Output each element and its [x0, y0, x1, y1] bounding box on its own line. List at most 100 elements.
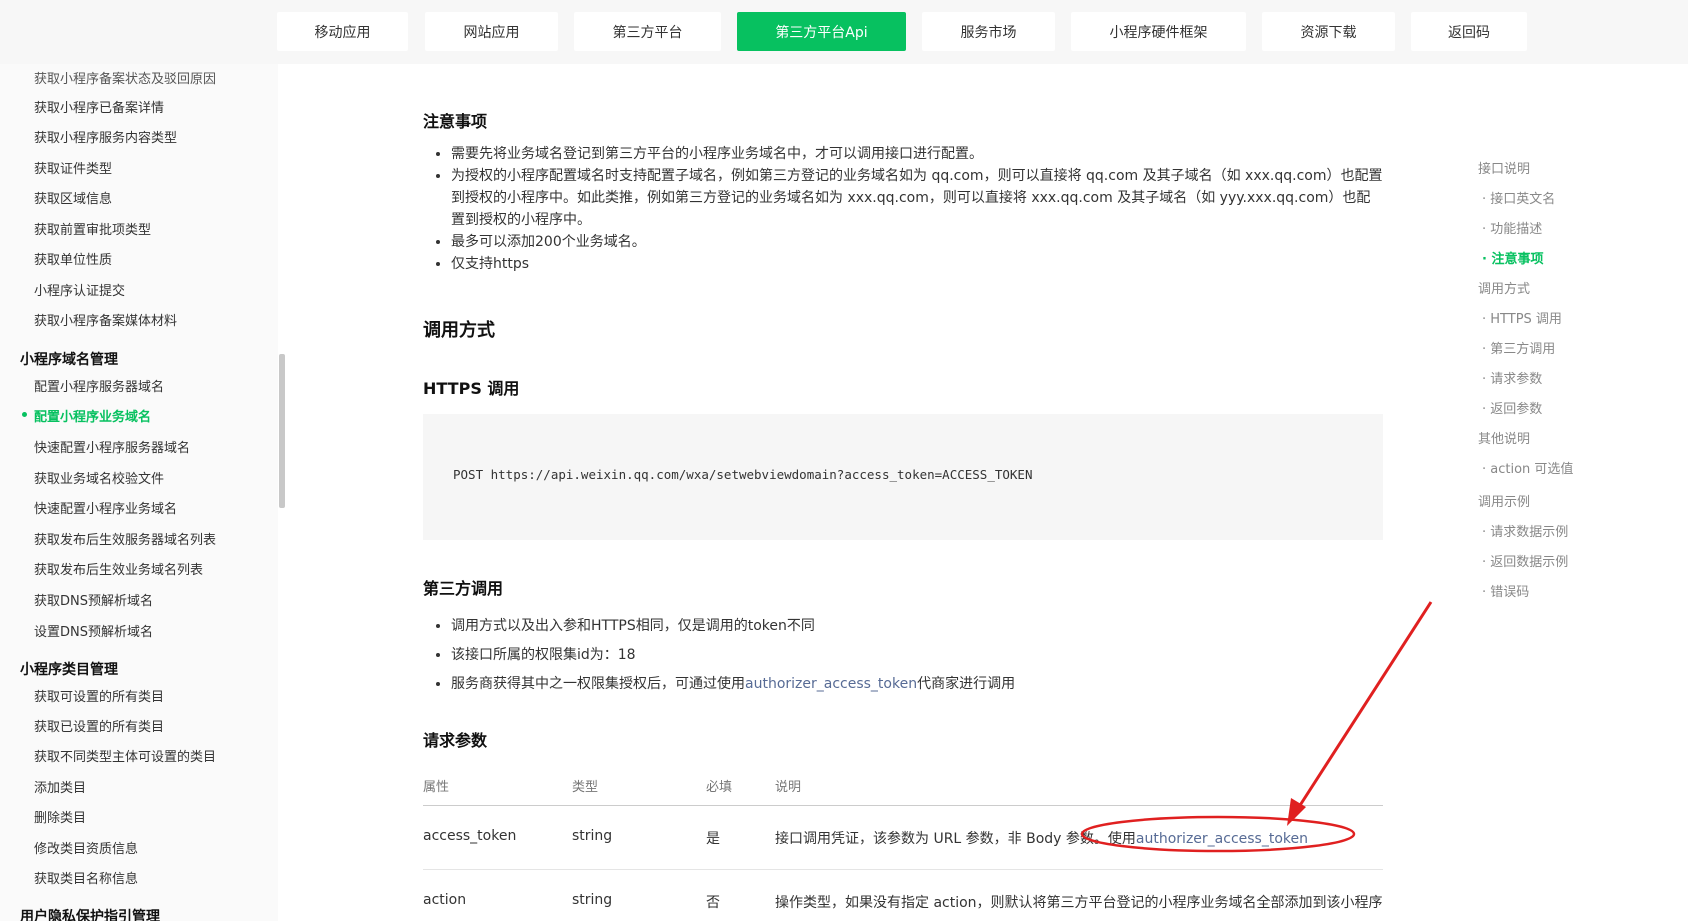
sidebar-item[interactable]: 获取不同类型主体可设置的类目 — [34, 746, 216, 765]
authorizer-token-link[interactable]: authorizer_access_token — [745, 676, 917, 692]
list-item: 该接口所属的权限集id为：18 — [451, 641, 1383, 670]
param-type-cell: string — [572, 892, 613, 908]
call-method-heading: 调用方式 — [423, 320, 495, 341]
column-header-type: 类型 — [572, 780, 599, 795]
toc-item[interactable]: · 返回数据示例 — [1482, 551, 1568, 570]
list-item: 需要先将业务域名登记到第三方平台的小程序业务域名中，才可以调用接口进行配置。 — [451, 143, 1383, 165]
sidebar-item[interactable]: 获取区域信息 — [34, 188, 112, 207]
toc-item[interactable]: · 请求数据示例 — [1482, 521, 1568, 540]
column-header-required: 必填 — [706, 780, 733, 795]
column-header-attr: 属性 — [423, 780, 450, 795]
sidebar-group-privacy[interactable]: 用户隐私保护指引管理 — [20, 906, 160, 921]
toc-label: 返回参数 — [1490, 402, 1543, 417]
sidebar-item[interactable]: 获取小程序备案媒体材料 — [34, 310, 177, 329]
tab-resource-download[interactable]: 资源下载 — [1262, 12, 1395, 51]
third-party-call-heading: 第三方调用 — [423, 579, 504, 598]
param-desc-cell: 接口调用凭证，该参数为 URL 参数，非 Body 参数。使用authorize… — [775, 828, 1308, 848]
list-item: 调用方式以及出入参和HTTPS相同，仅是调用的token不同 — [451, 612, 1383, 641]
toc-item-active[interactable]: · 注意事项 — [1482, 248, 1543, 267]
param-required-cell: 否 — [706, 895, 720, 911]
sidebar-item[interactable]: 获取可设置的所有类目 — [34, 686, 164, 705]
param-required-cell: 是 — [706, 831, 720, 847]
toc-label: 接口英文名 — [1490, 192, 1556, 207]
toc-item[interactable]: · action 可选值 — [1482, 458, 1573, 477]
toc-label: action 可选值 — [1490, 462, 1574, 477]
tab-return-code[interactable]: 返回码 — [1411, 12, 1527, 51]
sidebar-item[interactable]: 快速配置小程序服务器域名 — [34, 437, 190, 456]
notes-list: 需要先将业务域名登记到第三方平台的小程序业务域名中，才可以调用接口进行配置。 为… — [423, 143, 1383, 275]
tab-mobile-app[interactable]: 移动应用 — [277, 12, 408, 51]
request-url-code: POST https://api.weixin.qq.com/wxa/setwe… — [453, 467, 1033, 482]
list-item: 为授权的小程序配置域名时支持配置子域名，例如第三方登记的业务域名如为 qq.co… — [451, 165, 1383, 231]
toc-label: 功能描述 — [1490, 222, 1543, 237]
toc-label: 请求参数 — [1490, 372, 1543, 387]
column-header-desc: 说明 — [775, 780, 802, 795]
sidebar-item[interactable]: 获取业务域名校验文件 — [34, 468, 164, 487]
request-params-heading: 请求参数 — [423, 731, 488, 750]
toc-label: HTTPS 调用 — [1490, 312, 1562, 327]
desc-text: 接口调用凭证，该参数为 URL 参数，非 Body 参数。使用 — [775, 831, 1136, 847]
sidebar-group-domain[interactable]: 小程序域名管理 — [20, 349, 118, 369]
tab-third-party-api[interactable]: 第三方平台Api — [737, 12, 906, 51]
sidebar-item[interactable]: 获取已设置的所有类目 — [34, 716, 164, 735]
toc-label: 返回数据示例 — [1490, 555, 1569, 570]
notes-heading: 注意事项 — [423, 112, 488, 131]
sidebar-scrollbar[interactable] — [279, 354, 285, 508]
active-bullet-icon — [22, 412, 27, 417]
sidebar-item[interactable]: 删除类目 — [34, 807, 86, 826]
authorizer-token-link[interactable]: authorizer_access_token — [1136, 831, 1308, 847]
sidebar: 获取小程序备案状态及驳回原因 获取小程序已备案详情 获取小程序服务内容类型 获取… — [0, 64, 278, 921]
list-text: 代商家进行调用 — [917, 676, 1016, 692]
table-row-divider — [423, 869, 1383, 870]
annotation-arrow-head — [1287, 798, 1306, 826]
toc-item[interactable]: · 请求参数 — [1482, 368, 1542, 387]
sidebar-item-active[interactable]: 配置小程序业务域名 — [34, 406, 151, 425]
toc-label: 第三方调用 — [1490, 342, 1556, 357]
tab-third-party-platform[interactable]: 第三方平台 — [574, 12, 721, 51]
toc-label: 请求数据示例 — [1490, 525, 1569, 540]
sidebar-item[interactable]: 获取证件类型 — [34, 158, 112, 177]
third-party-list: 调用方式以及出入参和HTTPS相同，仅是调用的token不同 该接口所属的权限集… — [423, 612, 1383, 699]
toc-item[interactable]: · 错误码 — [1482, 581, 1529, 600]
sidebar-item[interactable]: 快速配置小程序业务域名 — [34, 498, 177, 517]
sidebar-item[interactable]: 设置DNS预解析域名 — [34, 621, 153, 640]
code-block: POST https://api.weixin.qq.com/wxa/setwe… — [423, 414, 1383, 540]
param-name-cell: access_token — [423, 828, 517, 844]
toc-item[interactable]: 其他说明 — [1478, 428, 1530, 447]
sidebar-item[interactable]: 获取小程序服务内容类型 — [34, 127, 177, 146]
param-name-cell: action — [423, 892, 467, 908]
sidebar-item[interactable]: 获取类目名称信息 — [34, 868, 138, 887]
param-desc-cell: 操作类型，如果没有指定 action，则默认将第三方平台登记的小程序业务域名全部… — [775, 895, 1383, 911]
toc-item[interactable]: · 返回参数 — [1482, 398, 1542, 417]
https-call-heading: HTTPS 调用 — [423, 379, 520, 398]
toc-item[interactable]: · 功能描述 — [1482, 218, 1542, 237]
sidebar-item[interactable]: 获取前置审批项类型 — [34, 219, 151, 238]
tab-website-app[interactable]: 网站应用 — [425, 12, 558, 51]
toc-item[interactable]: 接口说明 — [1478, 158, 1530, 177]
param-type-cell: string — [572, 828, 613, 844]
sidebar-item[interactable]: 小程序认证提交 — [34, 280, 125, 299]
toc-item[interactable]: 调用方式 — [1478, 278, 1530, 297]
sidebar-item[interactable]: 配置小程序服务器域名 — [34, 376, 164, 395]
toc-label: 错误码 — [1490, 585, 1530, 600]
sidebar-group-category[interactable]: 小程序类目管理 — [20, 659, 118, 679]
sidebar-item[interactable]: 获取DNS预解析域名 — [34, 590, 153, 609]
sidebar-item[interactable]: 添加类目 — [34, 777, 86, 796]
toc-item[interactable]: · 接口英文名 — [1482, 188, 1555, 207]
sidebar-item[interactable]: 获取发布后生效业务域名列表 — [34, 559, 203, 578]
table-header-divider — [423, 805, 1383, 806]
sidebar-item[interactable]: 获取发布后生效服务器域名列表 — [34, 529, 216, 548]
toc-item[interactable]: · HTTPS 调用 — [1482, 308, 1562, 327]
sidebar-item[interactable]: 获取小程序已备案详情 — [34, 97, 164, 116]
list-text: 服务商获得其中之一权限集授权后，可通过使用 — [451, 676, 745, 692]
top-nav: 移动应用 网站应用 第三方平台 第三方平台Api 服务市场 小程序硬件框架 资源… — [0, 0, 1688, 64]
list-item: 服务商获得其中之一权限集授权后，可通过使用authorizer_access_t… — [451, 670, 1383, 699]
sidebar-item[interactable]: 获取小程序备案状态及驳回原因 — [34, 68, 216, 87]
sidebar-item[interactable]: 修改类目资质信息 — [34, 838, 138, 857]
toc-item[interactable]: · 第三方调用 — [1482, 338, 1555, 357]
sidebar-item[interactable]: 获取单位性质 — [34, 249, 112, 268]
list-item: 仅支持https — [451, 253, 1383, 275]
toc-item[interactable]: 调用示例 — [1478, 491, 1530, 510]
tab-hardware-framework[interactable]: 小程序硬件框架 — [1071, 12, 1246, 51]
tab-service-market[interactable]: 服务市场 — [922, 12, 1055, 51]
